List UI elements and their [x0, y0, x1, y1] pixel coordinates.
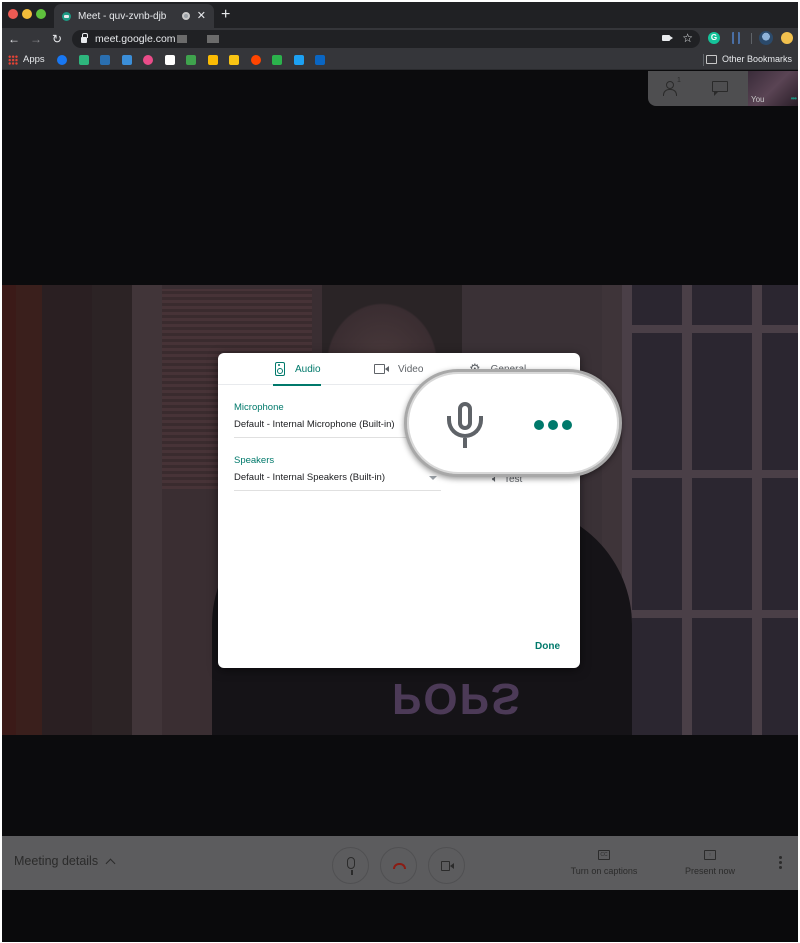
chevron-up-icon	[105, 858, 116, 868]
bookmark-google-keep-icon[interactable]	[229, 55, 239, 65]
address-bar[interactable]: meet.google.com ☆	[72, 30, 700, 48]
tab-video[interactable]: Video	[374, 353, 423, 385]
extension-icon[interactable]	[732, 32, 740, 44]
speakers-value: Default - Internal Speakers (Built-in)	[234, 472, 386, 483]
bookmarks-divider	[703, 54, 704, 66]
bookmarks-bar: Apps Other Bookmarks	[2, 50, 798, 70]
tab-video-label: Video	[398, 363, 424, 375]
captions-label: Turn on captions	[570, 866, 638, 876]
bookmark-google-drive-icon[interactable]	[207, 55, 218, 65]
present-now-button[interactable]: ↑ Present now	[665, 850, 755, 876]
apps-label: Apps	[23, 54, 45, 65]
minimize-window-button[interactable]	[22, 9, 32, 19]
camera-icon	[374, 364, 389, 374]
active-tab-indicator	[273, 384, 321, 386]
bookmark-dribbble-icon[interactable]	[143, 55, 153, 65]
close-window-button[interactable]	[8, 9, 18, 19]
forward-icon[interactable]: →	[30, 31, 42, 47]
bookmark-linkedin-icon[interactable]	[315, 55, 325, 65]
toggle-camera-button[interactable]	[428, 847, 465, 884]
tab-audio[interactable]: Audio	[273, 353, 321, 386]
new-tab-button[interactable]: +	[221, 6, 230, 24]
recording-indicator-icon	[181, 12, 190, 20]
browser-tab-meet[interactable]: Meet - quv-zvnb-djb ✕	[54, 4, 214, 28]
toggle-microphone-button[interactable]	[332, 847, 369, 884]
bookmark-reddit-icon[interactable]	[250, 55, 261, 65]
hang-up-icon	[393, 863, 406, 869]
bookmark-evernote-icon[interactable]	[186, 55, 196, 65]
bookmark-messenger-icon[interactable]	[57, 55, 67, 65]
chevron-down-icon	[429, 476, 437, 480]
more-options-button[interactable]	[779, 856, 782, 870]
close-tab-icon[interactable]: ✕	[197, 10, 206, 22]
other-bookmarks[interactable]: Other Bookmarks	[705, 54, 792, 64]
captions-button[interactable]: CC Turn on captions	[559, 850, 649, 876]
bookmark-feedly-icon[interactable]	[272, 55, 282, 65]
self-tile-label: You	[751, 95, 765, 104]
present-label: Present now	[684, 866, 736, 876]
maximize-window-button[interactable]	[36, 9, 46, 19]
bookmark-apps[interactable]: Apps	[8, 54, 45, 65]
lock-icon	[81, 33, 88, 43]
browser-window: Meet - quv-zvnb-djb ✕ + ← → ↻ meet.googl…	[2, 2, 798, 942]
toolbar-divider	[751, 33, 752, 44]
tab-strip: Meet - quv-zvnb-djb ✕ +	[2, 2, 798, 28]
speaker-icon	[275, 362, 285, 376]
closed-captions-icon: CC	[598, 850, 610, 860]
bookmark-slack-icon[interactable]	[78, 55, 89, 65]
microphone-icon	[445, 402, 485, 452]
video-background-door	[622, 470, 798, 478]
meet-bottom-bar: Meeting details CC Turn on captions ↑ Pr…	[2, 836, 798, 890]
other-bookmarks-label: Other Bookmarks	[721, 54, 792, 64]
leave-call-button[interactable]	[380, 847, 417, 884]
folder-icon	[705, 54, 717, 64]
participants-count: 1	[677, 77, 681, 84]
reload-icon[interactable]: ↻	[52, 31, 62, 47]
bookmark-amazon-icon[interactable]	[100, 55, 110, 65]
url-text: meet.google.com	[95, 33, 176, 45]
meet-favicon-icon	[62, 11, 71, 21]
mic-level-callout	[404, 369, 622, 477]
camera-in-use-icon[interactable]	[662, 35, 673, 41]
browser-toolbar: ← → ↻ meet.google.com ☆ G	[2, 28, 798, 50]
extension-avatar-icon[interactable]	[759, 31, 773, 45]
meet-top-right-panel: 1	[648, 71, 748, 106]
microphone-label: Microphone	[234, 402, 284, 413]
microphone-icon	[347, 857, 355, 875]
microphone-value: Default - Internal Microphone (Built-in)	[234, 419, 395, 430]
done-button[interactable]: Done	[535, 641, 560, 652]
tab-audio-label: Audio	[295, 363, 321, 375]
meeting-details-button[interactable]: Meeting details	[14, 854, 116, 868]
back-icon[interactable]: ←	[8, 31, 20, 47]
bookmark-calendar-icon[interactable]	[121, 55, 132, 65]
bookmark-star-icon[interactable]: ☆	[682, 31, 693, 45]
meeting-details-label: Meeting details	[14, 854, 99, 868]
camera-icon	[441, 861, 454, 871]
apps-grid-icon	[8, 54, 18, 65]
self-tile[interactable]: You •••	[748, 71, 798, 106]
bookmark-twitter-icon[interactable]	[293, 55, 304, 65]
video-background-door	[622, 610, 798, 618]
meet-stage: POPS 1 You ••• Audio Video Microphone De…	[2, 71, 798, 890]
chat-icon[interactable]	[712, 81, 728, 96]
video-background-door	[622, 325, 798, 333]
present-screen-icon: ↑	[704, 850, 716, 860]
tab-title: Meet - quv-zvnb-djb	[78, 10, 167, 22]
grammarly-extension-icon[interactable]: G	[708, 32, 720, 44]
bookmark-notion-icon[interactable]	[164, 55, 175, 65]
more-options-icon[interactable]: •••	[791, 94, 797, 103]
speakers-select[interactable]: Default - Internal Speakers (Built-in)	[234, 469, 441, 491]
profile-avatar[interactable]	[781, 32, 793, 44]
video-shirt-text: POPS	[392, 674, 523, 723]
speakers-label: Speakers	[234, 455, 275, 466]
redacted-url-part	[176, 35, 187, 43]
audio-level-dots-icon	[534, 420, 572, 430]
redacted-url-part	[206, 35, 219, 43]
video-background-door	[622, 285, 798, 735]
